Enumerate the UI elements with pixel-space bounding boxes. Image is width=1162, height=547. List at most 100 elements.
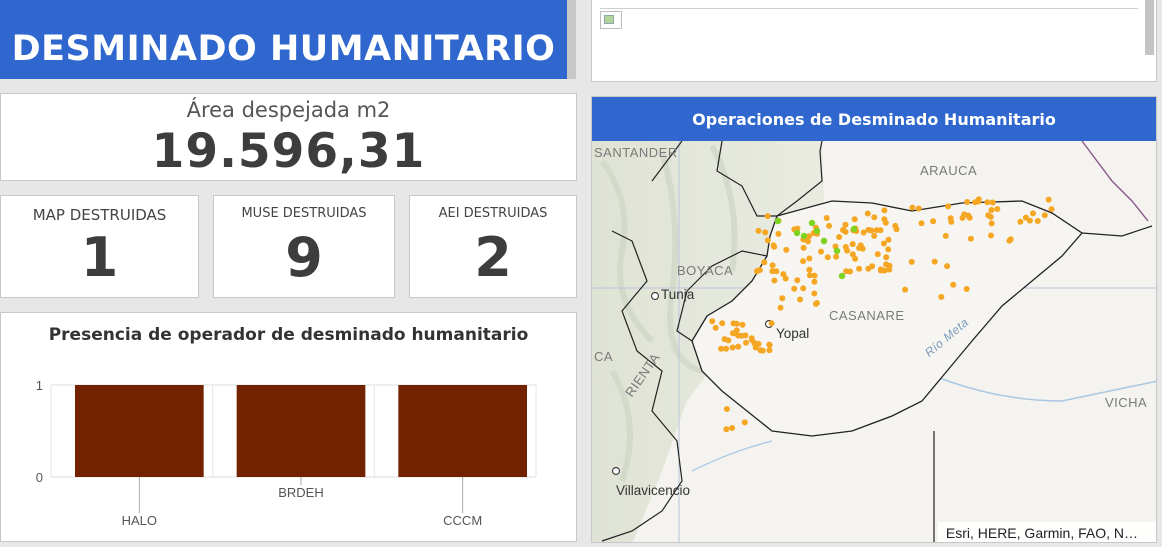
operation-point[interactable] bbox=[823, 215, 830, 221]
operation-point[interactable] bbox=[768, 320, 775, 327]
operation-point[interactable] bbox=[842, 221, 849, 228]
operation-point[interactable] bbox=[725, 337, 732, 344]
operation-point[interactable] bbox=[886, 262, 893, 269]
operation-point[interactable] bbox=[712, 324, 719, 331]
map-attribution[interactable]: Esri, HERE, Garmin, FAO, N… bbox=[937, 522, 1156, 542]
operation-point[interactable] bbox=[762, 229, 769, 236]
operation-point[interactable] bbox=[864, 210, 871, 217]
operation-point[interactable] bbox=[945, 203, 952, 210]
operation-point[interactable] bbox=[918, 220, 925, 227]
bar-halo[interactable] bbox=[75, 385, 204, 477]
operation-point[interactable] bbox=[869, 263, 876, 270]
operation-point[interactable] bbox=[1022, 214, 1029, 221]
operation-point[interactable] bbox=[959, 214, 966, 221]
operation-point[interactable] bbox=[723, 406, 730, 412]
operation-point[interactable] bbox=[755, 227, 762, 234]
operation-point[interactable] bbox=[770, 242, 777, 249]
operation-point[interactable] bbox=[741, 419, 748, 426]
operation-point[interactable] bbox=[930, 218, 937, 225]
operation-point[interactable] bbox=[723, 345, 730, 352]
operation-point[interactable] bbox=[800, 285, 807, 292]
villavicencio-marker[interactable] bbox=[611, 466, 621, 476]
operation-point[interactable] bbox=[739, 321, 746, 328]
operation-point[interactable] bbox=[756, 267, 763, 273]
operation-point[interactable] bbox=[902, 286, 909, 293]
operation-point[interactable] bbox=[1030, 210, 1036, 217]
scrollbar[interactable] bbox=[1145, 0, 1154, 55]
operation-point[interactable] bbox=[857, 242, 864, 249]
operation-point[interactable] bbox=[1017, 218, 1024, 225]
operation-point[interactable] bbox=[782, 275, 789, 282]
operation-point[interactable] bbox=[730, 320, 737, 327]
operation-point[interactable] bbox=[806, 255, 813, 262]
operation-point[interactable] bbox=[771, 277, 778, 284]
operation-point[interactable] bbox=[988, 220, 995, 227]
operation-point[interactable] bbox=[824, 254, 831, 261]
operation-point[interactable] bbox=[843, 268, 850, 275]
operation-point[interactable] bbox=[865, 226, 872, 233]
operation-point[interactable] bbox=[994, 206, 1001, 212]
operation-point[interactable] bbox=[852, 255, 859, 262]
operation-point[interactable] bbox=[975, 196, 982, 203]
operation-point[interactable] bbox=[791, 285, 798, 292]
operation-point[interactable] bbox=[764, 213, 771, 220]
operation-point[interactable] bbox=[988, 232, 994, 239]
operation-point[interactable] bbox=[915, 205, 922, 212]
operation-point[interactable] bbox=[842, 228, 849, 235]
operation-point[interactable] bbox=[719, 320, 726, 327]
operation-point[interactable] bbox=[950, 281, 957, 288]
operation-point[interactable] bbox=[947, 215, 954, 222]
operation-point[interactable] bbox=[836, 234, 843, 240]
operation-point[interactable] bbox=[723, 426, 730, 433]
tunja-marker[interactable] bbox=[650, 291, 660, 301]
operation-point[interactable] bbox=[729, 330, 736, 337]
operation-point[interactable] bbox=[873, 227, 880, 234]
operation-point[interactable] bbox=[818, 248, 824, 255]
operation-point[interactable] bbox=[811, 272, 818, 279]
operation-point[interactable] bbox=[885, 236, 892, 243]
operation-point[interactable] bbox=[709, 318, 716, 325]
operation-point[interactable] bbox=[988, 207, 995, 213]
operation-point[interactable] bbox=[885, 246, 892, 253]
operation-point[interactable] bbox=[944, 263, 951, 270]
operation-point[interactable] bbox=[842, 244, 849, 250]
operation-point[interactable] bbox=[751, 340, 758, 347]
operation-point[interactable] bbox=[833, 253, 840, 260]
operation-point[interactable] bbox=[1048, 206, 1055, 213]
operation-point[interactable] bbox=[874, 251, 881, 258]
operation-point[interactable] bbox=[797, 296, 804, 303]
operation-point[interactable] bbox=[989, 199, 996, 206]
operation-point[interactable] bbox=[882, 219, 889, 226]
operation-point[interactable] bbox=[938, 293, 945, 300]
operation-point[interactable] bbox=[735, 343, 742, 350]
operation-point[interactable] bbox=[806, 266, 813, 273]
operation-point[interactable] bbox=[871, 232, 878, 239]
operation-point-green[interactable] bbox=[774, 217, 782, 225]
operation-point[interactable] bbox=[931, 258, 938, 265]
operation-point[interactable] bbox=[849, 241, 856, 248]
operation-point-green[interactable] bbox=[850, 225, 858, 233]
operation-point[interactable] bbox=[1034, 218, 1041, 224]
operation-point[interactable] bbox=[811, 278, 818, 285]
bar-cccm[interactable] bbox=[398, 385, 527, 477]
operation-point[interactable] bbox=[964, 199, 971, 205]
operation-point[interactable] bbox=[783, 246, 790, 253]
operation-point[interactable] bbox=[965, 212, 972, 219]
operation-point-green[interactable] bbox=[800, 232, 808, 240]
operation-point[interactable] bbox=[881, 207, 888, 214]
operation-point[interactable] bbox=[811, 290, 818, 297]
operation-point[interactable] bbox=[856, 265, 863, 272]
operation-point-green[interactable] bbox=[820, 237, 828, 245]
operation-point[interactable] bbox=[871, 214, 878, 221]
operation-point[interactable] bbox=[908, 258, 915, 265]
operation-point[interactable] bbox=[963, 286, 970, 292]
operation-point[interactable] bbox=[800, 258, 807, 265]
operation-point[interactable] bbox=[826, 222, 833, 229]
scrollbar[interactable] bbox=[567, 0, 576, 79]
operation-point[interactable] bbox=[769, 268, 776, 275]
operation-point[interactable] bbox=[766, 347, 773, 354]
operation-point-green[interactable] bbox=[838, 272, 846, 280]
operation-point[interactable] bbox=[800, 244, 807, 251]
operation-point[interactable] bbox=[735, 332, 742, 339]
operation-point[interactable] bbox=[775, 230, 782, 237]
